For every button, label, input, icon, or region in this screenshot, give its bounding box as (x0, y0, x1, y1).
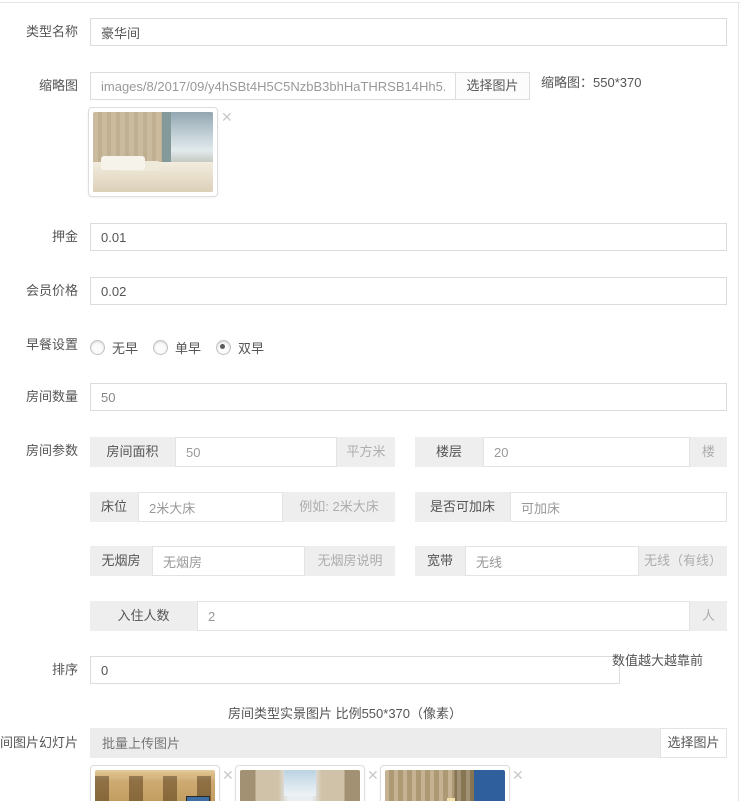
breakfast-option-double[interactable]: 双早 (216, 338, 264, 357)
gallery-photo-frame (380, 765, 510, 801)
sort-label: 排序 (0, 656, 78, 684)
param-area-suffix: 平方米 (337, 437, 395, 467)
breakfast-radio-group: 无早 单早 双早 (90, 338, 279, 357)
breakfast-option-none[interactable]: 无早 (90, 338, 138, 357)
gallery-photo-1 (95, 770, 215, 801)
gallery-photo-frame (235, 765, 365, 801)
room-params-label: 房间参数 (0, 437, 78, 465)
gallery-photo-3 (385, 770, 505, 801)
photo-window (284, 770, 316, 796)
param-broadband-input[interactable] (465, 546, 639, 576)
radio-icon[interactable] (153, 340, 168, 355)
param-area-label: 房间面积 (90, 437, 175, 467)
photo-tv (186, 796, 210, 801)
param-broadband-label: 宽带 (415, 546, 465, 576)
thumbnail-label: 缩略图 (0, 72, 78, 100)
member-price-input[interactable] (90, 277, 727, 305)
param-no-smoking-suffix: 无烟房说明 (305, 546, 395, 576)
param-broadband-group: 宽带 无线（有线） (415, 546, 727, 576)
param-occupancy-group: 入住人数 人 (90, 601, 727, 631)
param-no-smoking-group: 无烟房 无烟房说明 (90, 546, 395, 576)
photo-curtain-texture (385, 770, 474, 801)
param-broadband-suffix: 无线（有线） (639, 546, 727, 576)
thumbnail-preview-frame (88, 107, 218, 197)
room-count-input[interactable] (90, 383, 727, 411)
param-area-input[interactable] (175, 437, 337, 467)
param-bed-label: 床位 (90, 492, 138, 522)
thumbnail-preview-image (93, 112, 213, 192)
param-floor-input[interactable] (483, 437, 690, 467)
radio-label: 单早 (175, 338, 201, 357)
param-no-smoking-input[interactable] (152, 546, 305, 576)
thumbnail-remove-icon[interactable]: ✕ (221, 110, 233, 124)
gallery-upload-input[interactable] (90, 728, 674, 758)
param-floor-label: 楼层 (415, 437, 483, 467)
param-extra-bed-label: 是否可加床 (415, 492, 510, 522)
breakfast-option-single[interactable]: 单早 (153, 338, 201, 357)
gallery-label: 房间图片幻灯片 (0, 728, 78, 757)
panel-top-border (0, 2, 740, 3)
param-bed-group: 床位 例如: 2米大床 (90, 492, 395, 522)
gallery-photo-1-remove-icon[interactable]: ✕ (222, 768, 234, 782)
radio-label: 双早 (238, 338, 264, 357)
gallery-upload-bar: 选择图片 (90, 728, 727, 758)
gallery-photo-2-remove-icon[interactable]: ✕ (367, 768, 379, 782)
breakfast-label: 早餐设置 (0, 331, 78, 359)
param-occupancy-suffix: 人 (690, 601, 727, 631)
deposit-input[interactable] (90, 223, 727, 251)
room-type-edit-form: 类型名称 缩略图 选择图片 缩略图：550*370 ✕ 押金 会员价格 早餐设置… (0, 0, 750, 801)
gallery-photo-2 (240, 770, 360, 801)
radio-label: 无早 (112, 338, 138, 357)
thumbnail-size-hint: 缩略图：550*370 (541, 71, 641, 95)
thumbnail-choose-image-button[interactable]: 选择图片 (455, 72, 530, 100)
deposit-label: 押金 (0, 223, 78, 251)
gallery-photo-3-remove-icon[interactable]: ✕ (512, 768, 524, 782)
radio-icon[interactable] (90, 340, 105, 355)
param-extra-bed-group: 是否可加床 (415, 492, 727, 522)
thumbnail-path-input[interactable] (90, 72, 456, 100)
param-occupancy-input[interactable] (197, 601, 690, 631)
sort-hint: 数值越大越靠前 (612, 650, 703, 669)
param-bed-suffix: 例如: 2米大床 (283, 492, 395, 522)
param-occupancy-label: 入住人数 (90, 601, 197, 631)
panel-right-border (738, 2, 739, 801)
param-no-smoking-label: 无烟房 (90, 546, 152, 576)
gallery-heading: 房间类型实景图片 比例550*370（像素） (0, 703, 690, 722)
param-extra-bed-input[interactable] (510, 492, 727, 522)
member-price-label: 会员价格 (0, 277, 78, 305)
type-name-input[interactable] (90, 18, 727, 46)
type-name-label: 类型名称 (0, 18, 78, 46)
radio-icon[interactable] (216, 340, 231, 355)
param-area-group: 房间面积 平方米 (90, 437, 395, 467)
gallery-choose-image-button[interactable]: 选择图片 (660, 728, 727, 758)
param-floor-suffix: 楼 (690, 437, 727, 467)
gallery-photo-frame (90, 765, 220, 801)
param-floor-group: 楼层 楼 (415, 437, 727, 467)
photo-pillows (101, 156, 145, 170)
param-bed-input[interactable] (138, 492, 283, 522)
room-count-label: 房间数量 (0, 383, 78, 411)
sort-input[interactable] (90, 656, 620, 684)
